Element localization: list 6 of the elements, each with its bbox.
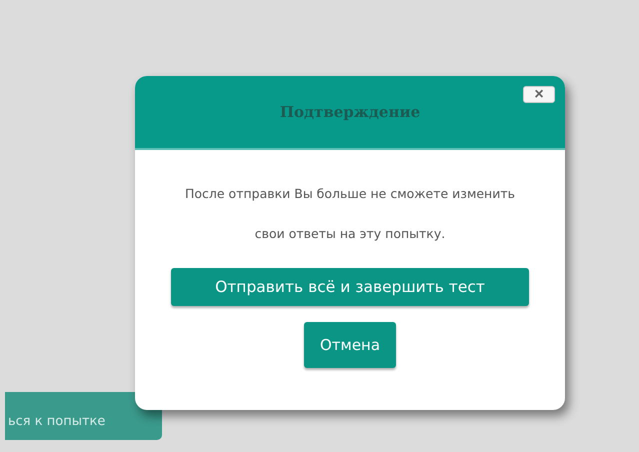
dialog-message: После отправки Вы больше не сможете изменить свои ответы на эту попытку. — [184, 185, 516, 243]
cancel-button[interactable]: Отмена — [304, 322, 396, 368]
dialog-title: Подтверждение — [280, 103, 420, 121]
close-button[interactable]: × — [523, 86, 555, 103]
return-button[interactable]: ься к попытке — [5, 392, 162, 440]
submit-button[interactable]: Отправить всё и завершить тест — [171, 268, 529, 306]
